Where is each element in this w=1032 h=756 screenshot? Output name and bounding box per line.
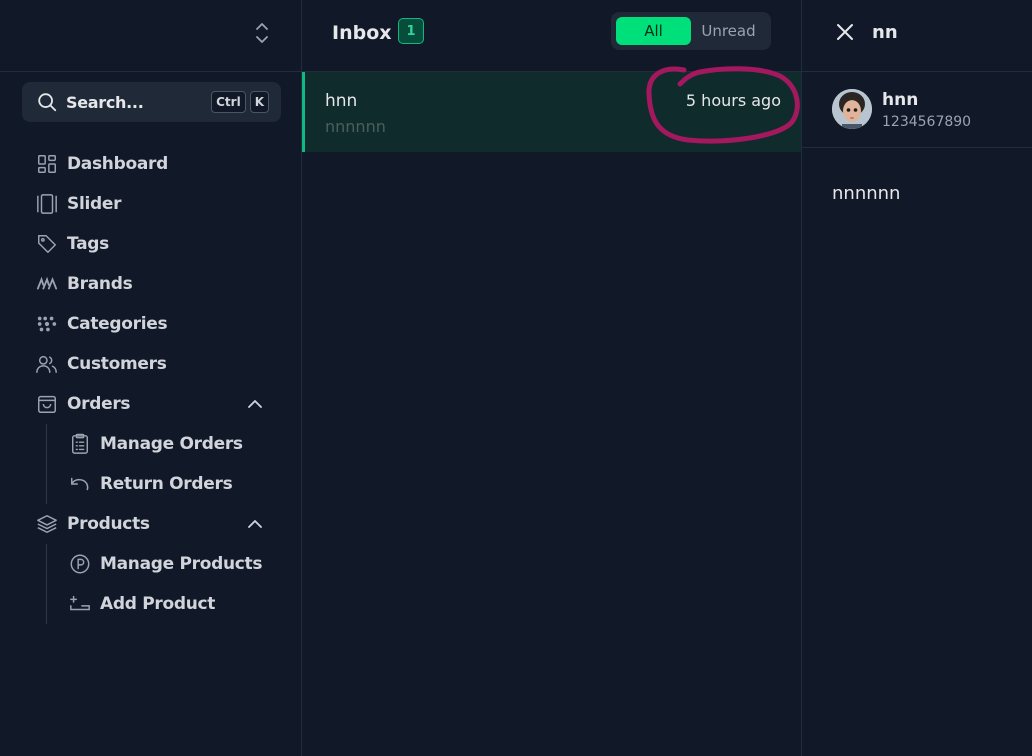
sidebar-item-label: Tags — [67, 234, 109, 254]
products-submenu: Manage Products Add Product — [0, 544, 302, 624]
product-badge-icon — [68, 552, 92, 576]
sidebar-item-slider[interactable]: Slider — [0, 184, 302, 224]
sidebar-item-manage-orders[interactable]: Manage Orders — [0, 424, 302, 464]
sidebar-item-label: Brands — [67, 274, 133, 294]
detail-title: nn — [872, 22, 898, 43]
inbox-panel: Inbox 1 All Unread hnn nnnnnn 5 hours ag… — [302, 0, 802, 756]
chevron-up-icon[interactable] — [246, 516, 264, 532]
dashboard-icon — [35, 152, 59, 176]
contact-name: hnn — [882, 90, 919, 110]
shortcut-key-k: K — [249, 91, 269, 113]
chevron-up-down-icon[interactable] — [253, 21, 271, 45]
sidebar-item-label: Orders — [67, 394, 131, 414]
categories-icon — [35, 312, 59, 336]
sidebar-item-dashboard[interactable]: Dashboard — [0, 144, 302, 184]
message-preview: nnnnnn — [325, 117, 386, 136]
chevron-up-icon[interactable] — [246, 396, 264, 412]
message-body: nnnnnn — [832, 183, 901, 204]
sidebar-item-label: Manage Products — [100, 554, 263, 574]
sidebar-item-label: Categories — [67, 314, 168, 334]
sidebar-header — [0, 0, 301, 72]
close-icon[interactable] — [835, 22, 855, 42]
sidebar-item-products[interactable]: Products — [0, 504, 302, 544]
inbox-title: Inbox — [332, 22, 392, 44]
sidebar-item-label: Dashboard — [67, 154, 168, 174]
brands-icon — [35, 272, 59, 296]
sidebar-item-label: Slider — [67, 194, 122, 214]
sidebar-item-label: Customers — [67, 354, 167, 374]
contact-phone: 1234567890 — [882, 114, 972, 130]
sidebar-item-brands[interactable]: Brands — [0, 264, 302, 304]
sidebar-item-return-orders[interactable]: Return Orders — [0, 464, 302, 504]
shortcut-key-ctrl: Ctrl — [211, 91, 246, 113]
contact-info: hnn 1234567890 — [802, 72, 1032, 148]
filter-all-button[interactable]: All — [616, 17, 691, 45]
sidebar-item-categories[interactable]: Categories — [0, 304, 302, 344]
layers-icon — [35, 512, 59, 536]
message-time: 5 hours ago — [685, 91, 781, 110]
return-arrow-icon — [68, 472, 92, 496]
inbox-header: Inbox 1 All Unread — [302, 0, 801, 72]
inbox-filter-toggle: All Unread — [611, 12, 771, 50]
add-product-icon — [68, 592, 92, 616]
sidebar-item-customers[interactable]: Customers — [0, 344, 302, 384]
search-button[interactable]: Search... Ctrl K — [22, 82, 281, 122]
sidebar-item-orders[interactable]: Orders — [0, 384, 302, 424]
clipboard-list-icon — [68, 432, 92, 456]
sidebar-item-tags[interactable]: Tags — [0, 224, 302, 264]
sidebar-item-label: Products — [67, 514, 150, 534]
search-icon — [36, 91, 58, 113]
message-detail-panel: nn hnn 1234567890 nnnnnn — [802, 0, 1032, 756]
shopping-bag-icon — [35, 392, 59, 416]
message-row[interactable]: hnn nnnnnn 5 hours ago — [302, 66, 801, 152]
sidebar: Search... Ctrl K Dashboard Slider Tags B… — [0, 0, 302, 756]
sidebar-item-add-product[interactable]: Add Product — [0, 584, 302, 624]
search-label: Search... — [66, 92, 144, 112]
tag-icon — [35, 232, 59, 256]
sidebar-item-label: Manage Orders — [100, 434, 243, 454]
slider-icon — [35, 192, 59, 216]
sidebar-item-label: Add Product — [100, 594, 216, 614]
sidebar-item-label: Return Orders — [100, 474, 233, 494]
detail-header: nn — [802, 0, 1032, 72]
customers-icon — [35, 352, 59, 376]
sidebar-nav: Dashboard Slider Tags Brands Categories … — [0, 144, 302, 624]
inbox-count-badge: 1 — [398, 18, 424, 44]
avatar — [832, 89, 872, 129]
orders-submenu: Manage Orders Return Orders — [0, 424, 302, 504]
filter-unread-button[interactable]: Unread — [691, 17, 766, 45]
message-sender: hnn — [325, 91, 358, 111]
sidebar-item-manage-products[interactable]: Manage Products — [0, 544, 302, 584]
